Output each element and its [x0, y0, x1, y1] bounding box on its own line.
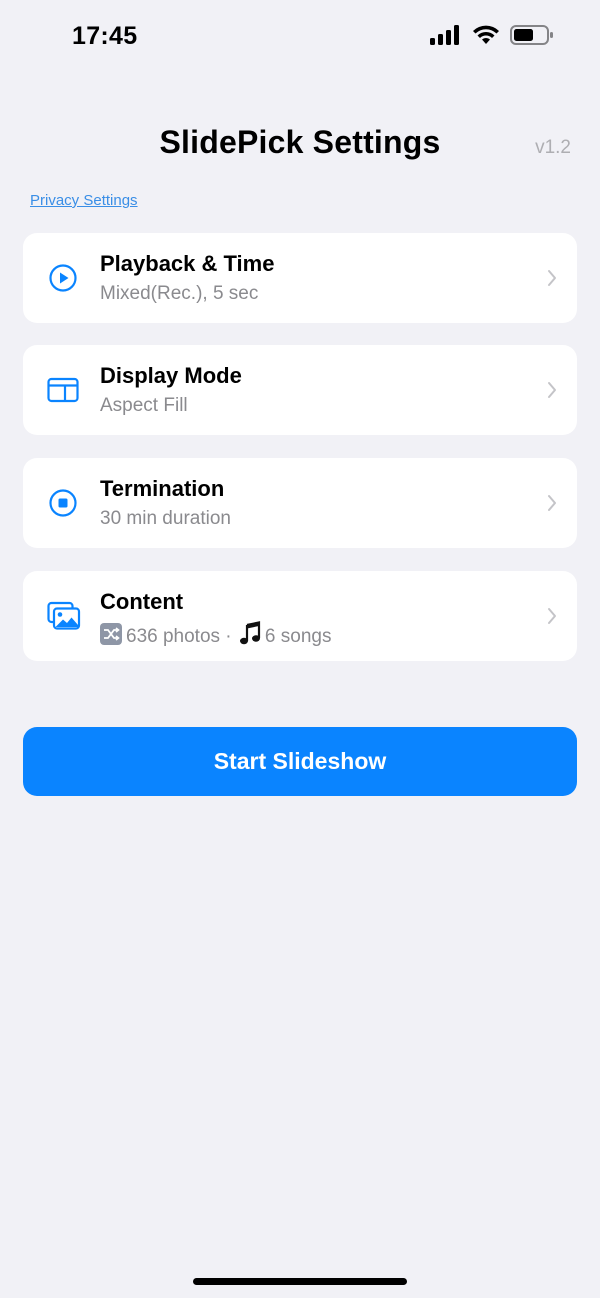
content-row[interactable]: Content 636 photos · 6 songs	[23, 571, 577, 661]
songs-count: 6 songs	[264, 626, 332, 647]
chevron-right-icon	[547, 494, 557, 517]
stop-circle-icon	[47, 487, 79, 519]
chevron-right-icon	[547, 381, 557, 404]
termination-value: 30 min duration	[100, 508, 231, 529]
playback-time-row[interactable]: Playback & Time Mixed(Rec.), 5 sec	[23, 233, 577, 323]
display-mode-value: Aspect Fill	[100, 395, 188, 416]
battery-icon	[510, 24, 554, 46]
termination-title: Termination	[100, 476, 225, 501]
shuffle-icon	[100, 623, 122, 645]
play-circle-icon	[47, 262, 79, 294]
playback-time-value: Mixed(Rec.), 5 sec	[100, 283, 259, 304]
photos-icon	[47, 600, 81, 632]
display-mode-icon	[47, 374, 79, 406]
chevron-right-icon	[547, 607, 557, 630]
music-note-icon	[239, 621, 261, 651]
cellular-signal-icon	[430, 25, 462, 45]
version-label: v1.2	[535, 137, 571, 158]
content-title: Content	[100, 589, 184, 614]
display-mode-title: Display Mode	[100, 363, 242, 388]
status-time: 17:45	[72, 22, 138, 50]
display-mode-row[interactable]: Display Mode Aspect Fill	[23, 345, 577, 435]
chevron-right-icon	[547, 269, 557, 292]
status-bar: 17:45	[0, 0, 600, 72]
start-slideshow-button[interactable]: Start Slideshow	[23, 727, 577, 796]
status-icons	[430, 24, 554, 46]
termination-row[interactable]: Termination 30 min duration	[23, 458, 577, 548]
settings-screen: 17:45 SlidePick Settings v1.2 Privacy Se…	[0, 0, 600, 1298]
content-value: 636 photos · 6 songs	[100, 621, 331, 651]
photos-count: 636 photos ·	[126, 626, 237, 647]
wifi-icon	[472, 25, 500, 45]
page-title: SlidePick Settings	[159, 124, 441, 160]
playback-time-title: Playback & Time	[100, 251, 275, 276]
privacy-settings-link[interactable]: Privacy Settings	[30, 192, 138, 209]
home-indicator[interactable]	[193, 1278, 407, 1285]
